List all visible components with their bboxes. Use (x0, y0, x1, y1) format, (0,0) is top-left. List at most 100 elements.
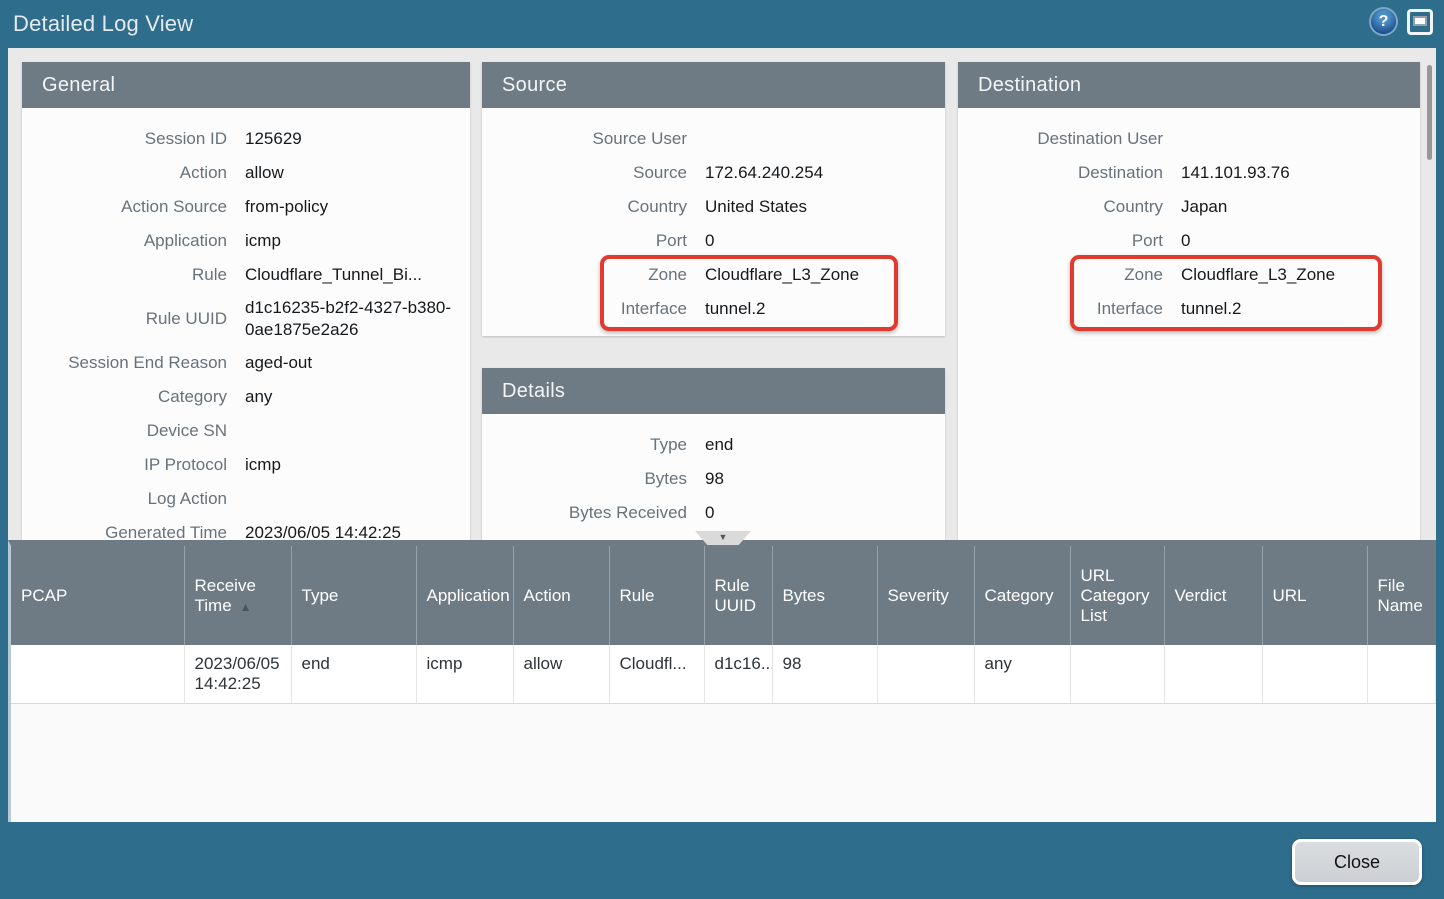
column-label: Application (427, 586, 510, 605)
cell-url (1262, 645, 1367, 703)
field-label: Category (22, 380, 227, 414)
destination-panel-title: Destination (958, 62, 1420, 108)
column-label: PCAP (21, 586, 67, 605)
destination-panel: Destination Destination User Destination… (958, 62, 1420, 540)
field-value (705, 122, 945, 156)
field-value: allow (245, 156, 470, 190)
log-row[interactable]: 2023/06/05 14:42:25 end icmp allow Cloud… (11, 645, 1436, 703)
field-row: Country Japan (958, 190, 1420, 224)
column-header[interactable]: File Name (1367, 546, 1436, 645)
general-panel-body: Session ID 125629 Action allow Action So… (22, 108, 470, 540)
field-value: from-policy (245, 190, 470, 224)
field-row: Zone Cloudflare_L3_Zone (958, 258, 1420, 292)
cell-action: allow (513, 645, 609, 703)
field-row: Zone Cloudflare_L3_Zone (482, 258, 945, 292)
field-row: Session End Reason aged-out (22, 346, 470, 380)
field-row: Port 0 (958, 224, 1420, 258)
field-label: Zone (482, 258, 687, 292)
details-panel-title: Details (482, 368, 945, 414)
window-icon[interactable] (1407, 9, 1433, 35)
field-value: 141.101.93.76 (1181, 156, 1420, 190)
field-row: Interface tunnel.2 (958, 292, 1420, 326)
field-label: Destination (958, 156, 1163, 190)
column-header[interactable]: Application (416, 546, 513, 645)
log-table: PCAP Receive Time▲ Type Application (11, 546, 1436, 704)
field-label: Bytes Received (482, 496, 687, 530)
field-value: aged-out (245, 346, 470, 380)
field-value: United States (705, 190, 945, 224)
field-row: Device SN (22, 414, 470, 448)
field-value (245, 414, 470, 448)
column-label: File Name (1378, 576, 1423, 615)
column-header[interactable]: Action (513, 546, 609, 645)
sort-ascending-icon: ▲ (240, 600, 252, 614)
cell-bytes: 98 (772, 645, 877, 703)
field-value (245, 482, 470, 516)
destination-panel-body: Destination User Destination 141.101.93.… (958, 108, 1420, 326)
field-label: Source (482, 156, 687, 190)
window-icon-inner (1413, 16, 1427, 26)
field-value: 2023/06/05 14:42:25 (245, 516, 470, 540)
field-label: Interface (482, 292, 687, 326)
field-label: Country (482, 190, 687, 224)
column-label: Category (985, 586, 1054, 605)
field-value: 98 (705, 462, 945, 496)
column-label: Rule UUID (715, 576, 757, 615)
column-header[interactable]: Rule (609, 546, 704, 645)
field-label: Port (958, 224, 1163, 258)
vertical-scrollbar-thumb[interactable] (1427, 65, 1432, 160)
column-header[interactable]: Bytes (772, 546, 877, 645)
field-value: any (245, 380, 470, 414)
column-header[interactable]: Receive Time▲ (184, 546, 291, 645)
field-row: Source User (482, 122, 945, 156)
help-icon[interactable]: ? (1371, 9, 1396, 34)
details-panel-body: Type end Bytes 98 Bytes Received 0 (482, 414, 945, 530)
field-label: Source User (482, 122, 687, 156)
source-panel-body: Source User Source 172.64.240.254 Countr… (482, 108, 945, 326)
dialog-title: Detailed Log View (13, 0, 193, 48)
cell-file-name (1367, 645, 1436, 703)
cell-pcap (11, 645, 184, 703)
column-label: URL (1273, 586, 1307, 605)
column-label: Severity (888, 586, 949, 605)
column-header[interactable]: Severity (877, 546, 974, 645)
field-label: Application (22, 224, 227, 258)
field-row: IP Protocol icmp (22, 448, 470, 482)
field-row: Destination User (958, 122, 1420, 156)
field-label: Session ID (22, 122, 227, 156)
source-panel: Source Source User Source 172.64.240.254… (482, 62, 945, 336)
column-header[interactable]: URL Category List (1070, 546, 1164, 645)
chevron-down-icon: ▼ (719, 532, 728, 542)
source-panel-title: Source (482, 62, 945, 108)
field-row: Bytes 98 (482, 462, 945, 496)
column-header[interactable]: PCAP (11, 546, 184, 645)
cell-rule: Cloudfl... (609, 645, 704, 703)
field-row: Action Source from-policy (22, 190, 470, 224)
log-table-section: PCAP Receive Time▲ Type Application (8, 540, 1436, 822)
field-value (1181, 122, 1420, 156)
details-panel: Details Type end Bytes 98 Bytes Received… (482, 368, 945, 540)
field-label: Generated Time (22, 516, 227, 540)
field-value: Cloudflare_Tunnel_Bi... (245, 258, 470, 292)
field-label: Log Action (22, 482, 227, 516)
column-header[interactable]: URL (1262, 546, 1367, 645)
field-value: 0 (1181, 224, 1420, 258)
field-row: Rule UUID d1c16235-b2f2-4327-b380-0ae187… (22, 292, 470, 346)
column-header[interactable]: Rule UUID (704, 546, 772, 645)
column-header[interactable]: Category (974, 546, 1070, 645)
field-value: Japan (1181, 190, 1420, 224)
field-value: icmp (245, 448, 470, 482)
column-header[interactable]: Verdict (1164, 546, 1262, 645)
field-value: Cloudflare_L3_Zone (1181, 258, 1420, 292)
field-value: 0 (705, 224, 945, 258)
field-value: 172.64.240.254 (705, 156, 945, 190)
close-button[interactable]: Close (1292, 839, 1422, 885)
column-header[interactable]: Type (291, 546, 416, 645)
column-label: Action (524, 586, 571, 605)
field-row: Generated Time 2023/06/05 14:42:25 (22, 516, 470, 540)
general-panel: General Session ID 125629 Action allow A… (22, 62, 470, 540)
field-label: Zone (958, 258, 1163, 292)
field-row: Category any (22, 380, 470, 414)
cell-type: end (291, 645, 416, 703)
field-label: Type (482, 428, 687, 462)
